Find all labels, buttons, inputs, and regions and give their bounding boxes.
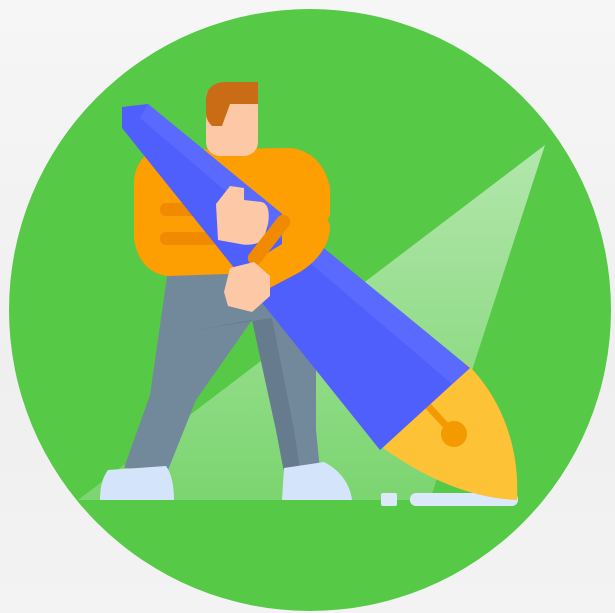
ground-line-dot (381, 493, 397, 506)
illustration-canvas (0, 0, 615, 613)
left-shoe (100, 466, 174, 500)
writer-illustration (9, 9, 611, 611)
head (206, 82, 258, 156)
